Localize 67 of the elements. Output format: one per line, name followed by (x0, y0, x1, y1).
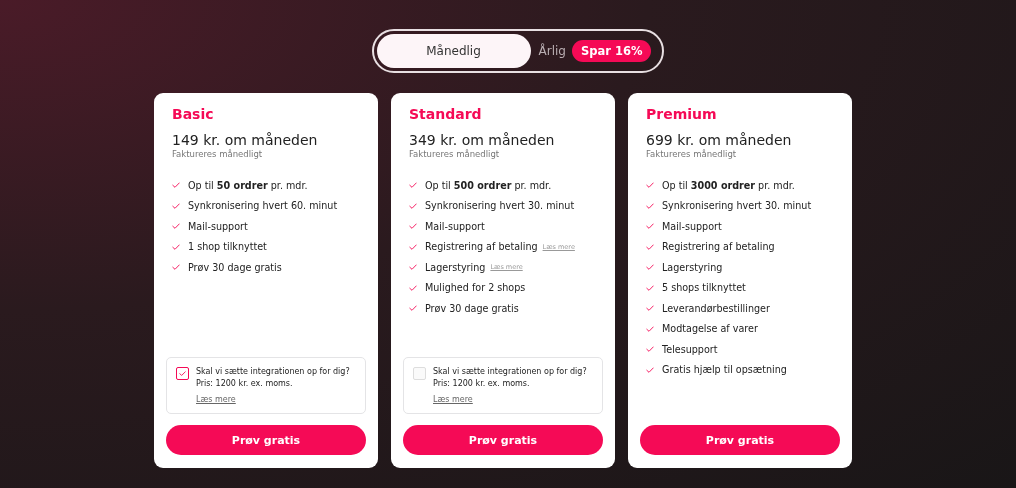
check-icon (409, 284, 417, 291)
feature-text: Registrering af betaling (662, 241, 775, 253)
read-more-link[interactable]: Læs mere (433, 395, 473, 404)
feature-text: Lagerstyring (662, 261, 723, 273)
plan-name: Premium (646, 106, 718, 122)
try-free-button[interactable]: Prøv gratis (166, 425, 366, 455)
check-icon (646, 202, 654, 209)
feature-text: Registrering af betaling (425, 241, 538, 253)
check-icon (172, 264, 180, 271)
feature-text: Leverandørbestillinger (662, 302, 770, 314)
check-icon (409, 202, 417, 209)
setup-price: Pris: 1200 kr. ex. moms. (433, 378, 530, 390)
check-icon (646, 325, 654, 332)
feature-text: Synkronisering hvert 60. minut (188, 200, 338, 212)
read-more-link[interactable]: Læs mere (196, 395, 236, 404)
feature-text: Synkronisering hvert 30. minut (662, 200, 812, 212)
feature-text: Mulighed for 2 shops (425, 282, 526, 294)
check-icon (646, 284, 654, 291)
check-icon (646, 305, 654, 312)
feature-text: Synkronisering hvert 30. minut (425, 200, 575, 212)
plan-name: Standard (409, 106, 483, 122)
check-icon (172, 223, 180, 230)
feature-text: Op til 500 ordrer pr. mdr. (425, 179, 552, 191)
feature-text: Telesupport (662, 343, 718, 355)
try-free-button[interactable]: Prøv gratis (640, 425, 840, 455)
billing-option[interactable]: Månedlig (376, 34, 531, 68)
discount-badge: Spar 16% (571, 40, 652, 62)
check-icon (172, 182, 180, 189)
feature-text: 1 shop tilknyttet (188, 241, 267, 253)
check-icon (646, 182, 654, 189)
billing-note: Faktureres månedligt (409, 149, 501, 159)
feature-text: Mail-support (188, 220, 248, 232)
feature-text: Prøv 30 dage gratis (425, 302, 519, 314)
feature-text: Modtagelse af varer (662, 323, 758, 335)
feature-text: Mail-support (662, 220, 722, 232)
feature-text: 5 shops tilknyttet (662, 282, 746, 294)
check-icon (409, 305, 417, 312)
try-free-button[interactable]: Prøv gratis (403, 425, 603, 455)
plan-price: 349 kr. om måneden (409, 132, 556, 148)
setup-question: Skal vi sætte integrationen op for dig? (433, 366, 587, 378)
check-icon (646, 366, 654, 373)
option-label[interactable]: Årlig (538, 44, 566, 58)
check-icon (646, 223, 654, 230)
setup-question: Skal vi sætte integrationen op for dig? (196, 366, 350, 378)
check-icon (179, 371, 186, 376)
setup-price: Pris: 1200 kr. ex. moms. (196, 378, 293, 390)
check-icon (646, 243, 654, 250)
feature-text: Gratis hjælp til opsætning (662, 364, 787, 376)
plan-price: 699 kr. om måneden (646, 132, 793, 148)
check-icon (409, 223, 417, 230)
feature-text: Op til 3000 ordrer pr. mdr. (662, 179, 795, 191)
plan-name: Basic (172, 106, 215, 122)
check-icon (646, 264, 654, 271)
feature-text: Lagerstyring (425, 261, 486, 273)
check-icon (172, 243, 180, 250)
checkbox[interactable] (176, 367, 189, 380)
check-icon (409, 243, 417, 250)
feature-text: Prøv 30 dage gratis (188, 261, 282, 273)
billing-note: Faktureres månedligt (172, 149, 264, 159)
check-icon (646, 346, 654, 353)
feature-text: Mail-support (425, 220, 485, 232)
check-icon (409, 264, 417, 271)
billing-note: Faktureres månedligt (646, 149, 738, 159)
check-icon (172, 202, 180, 209)
check-icon (409, 182, 417, 189)
plan-price: 149 kr. om måneden (172, 132, 319, 148)
feature-text: Op til 50 ordrer pr. mdr. (188, 179, 308, 191)
